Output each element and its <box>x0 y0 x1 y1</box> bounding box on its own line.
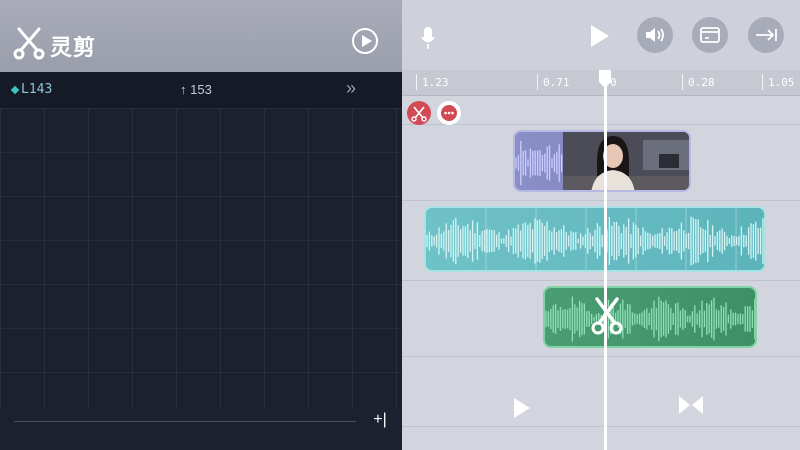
more-icon <box>441 105 457 121</box>
exit-button[interactable] <box>748 17 784 53</box>
split-scissors-icon[interactable] <box>590 296 624 336</box>
track-divider <box>402 280 800 281</box>
track-divider <box>402 426 800 427</box>
ruler-tick-label: 0.71 <box>543 76 570 89</box>
play-icon[interactable] <box>514 398 530 418</box>
volume-icon <box>646 28 664 42</box>
ruler-tick <box>762 74 763 90</box>
play-circle-icon[interactable] <box>352 28 378 54</box>
volume-button[interactable] <box>637 17 673 53</box>
diamond-icon <box>10 85 20 94</box>
green-clip-waveform <box>545 296 755 342</box>
audio-clip-waveform <box>426 208 764 270</box>
track-divider <box>402 356 800 357</box>
exit-icon <box>756 29 777 41</box>
info-left: L143 <box>10 82 53 97</box>
waveform-panel: 灵剪 L143 ↑ 153 » +| <box>0 0 402 450</box>
add-marker-button[interactable]: +| <box>366 408 394 432</box>
waveform-area <box>0 108 402 408</box>
video-clip[interactable] <box>513 130 691 192</box>
ruler-tick-label: 1.05 <box>768 76 795 89</box>
playhead-handle[interactable] <box>596 68 614 90</box>
bowtie-icon[interactable] <box>678 395 704 415</box>
cut-clip-button[interactable] <box>407 101 431 125</box>
person-thumbnail-image <box>563 132 689 190</box>
play-icon[interactable] <box>591 25 609 47</box>
ruler-tick-label: 1.23 <box>422 76 449 89</box>
ruler-tick <box>416 74 417 90</box>
playhead[interactable] <box>604 70 607 450</box>
app-title: 灵剪 <box>50 35 97 60</box>
video-thumbnail <box>563 132 689 190</box>
track-divider <box>402 200 800 201</box>
forward-chevron-icon[interactable]: » <box>346 78 356 99</box>
ruler-tick <box>682 74 683 90</box>
green-audio-clip[interactable] <box>543 286 757 348</box>
track-divider <box>402 124 800 125</box>
ruler-tick <box>537 74 538 90</box>
scissors-icon <box>13 27 45 60</box>
mic-icon[interactable] <box>420 26 436 50</box>
more-options-button[interactable] <box>437 101 461 125</box>
window-button[interactable] <box>692 17 728 53</box>
window-icon <box>700 27 720 43</box>
info-mid-text: ↑ 153 <box>180 82 212 97</box>
info-left-text: L143 <box>21 82 53 97</box>
scissors-icon <box>411 106 427 122</box>
app-root: 灵剪 L143 ↑ 153 » +| 1.23 0.71 0 0.28 1.05 <box>0 0 800 450</box>
audio-clip[interactable] <box>424 206 766 272</box>
ruler-tick-label: 0.28 <box>688 76 715 89</box>
audio-waveform <box>0 120 401 396</box>
timeline-divider <box>14 421 356 422</box>
